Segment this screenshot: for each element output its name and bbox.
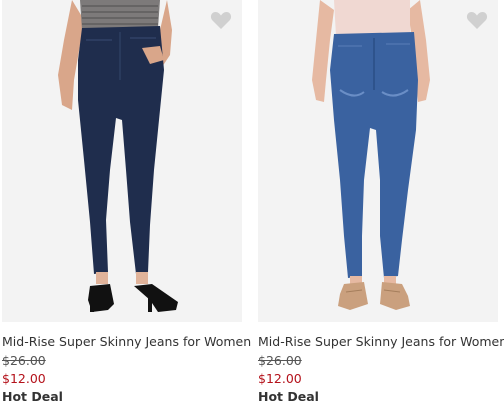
original-price: $26.00 xyxy=(2,353,46,368)
product-image[interactable] xyxy=(2,0,242,322)
sale-price: $12.00 xyxy=(2,371,46,386)
heart-icon[interactable] xyxy=(210,10,232,30)
model-photo xyxy=(2,0,242,322)
product-image[interactable] xyxy=(258,0,498,322)
deal-badge: Hot Deal xyxy=(258,389,319,404)
original-price: $26.00 xyxy=(258,353,302,368)
product-card[interactable]: Mid-Rise Super Skinny Jeans for Women $2… xyxy=(2,0,251,413)
product-card[interactable]: Mid-Rise Super Skinny Jeans for Women $2… xyxy=(258,0,504,413)
product-title[interactable]: Mid-Rise Super Skinny Jeans for Women xyxy=(2,334,251,349)
sale-price: $12.00 xyxy=(258,371,302,386)
deal-badge: Hot Deal xyxy=(2,389,63,404)
model-photo xyxy=(258,0,498,322)
product-title[interactable]: Mid-Rise Super Skinny Jeans for Women xyxy=(258,334,504,349)
product-grid: Mid-Rise Super Skinny Jeans for Women $2… xyxy=(0,0,504,413)
heart-icon[interactable] xyxy=(466,10,488,30)
